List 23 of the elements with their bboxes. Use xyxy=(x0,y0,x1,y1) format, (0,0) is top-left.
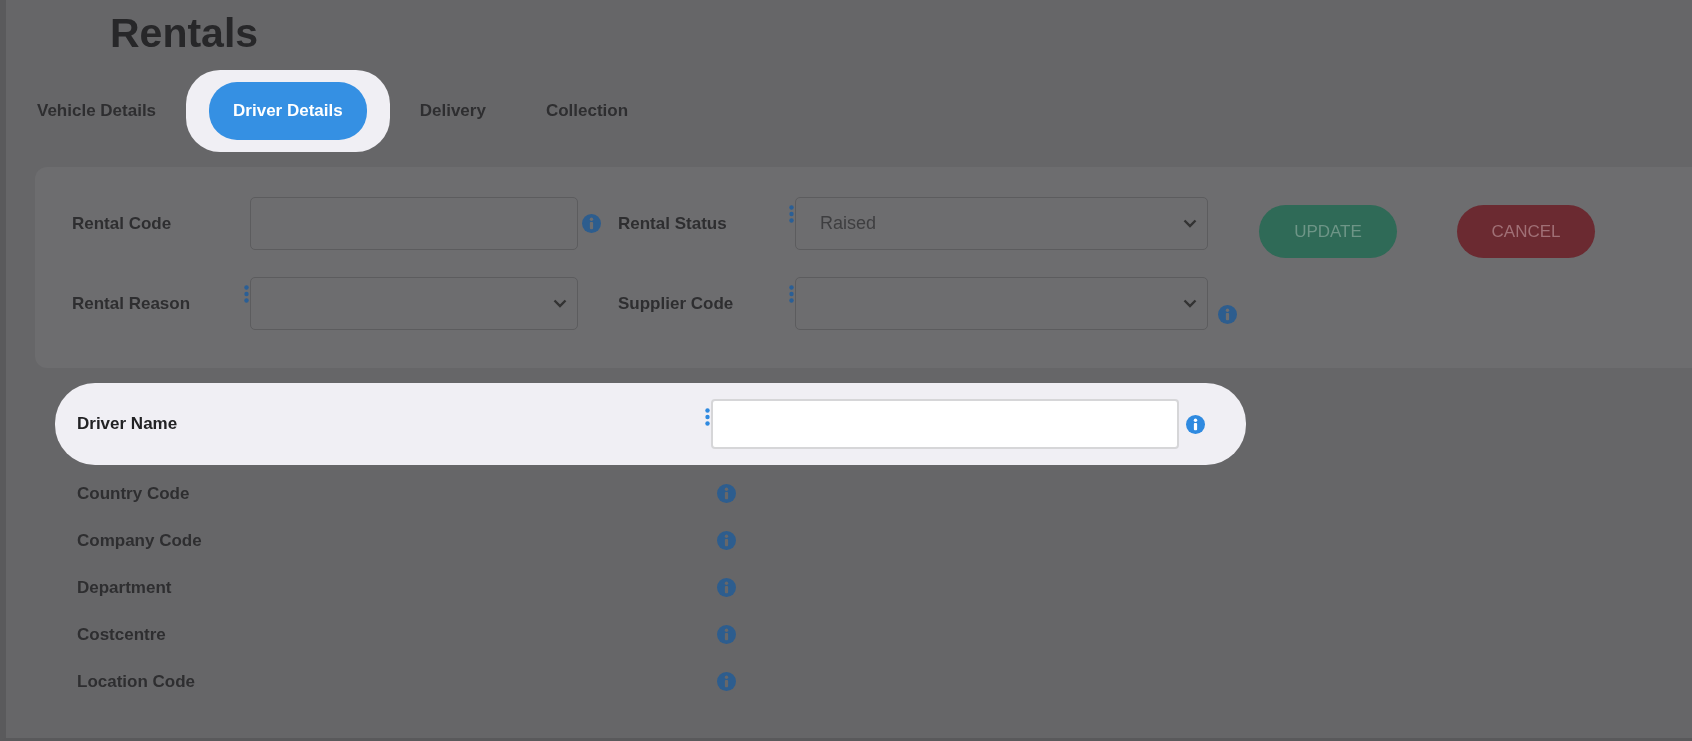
field-label: Supplier Code xyxy=(618,293,735,314)
field-label: Rental Code xyxy=(72,213,173,234)
page-title: Rentals xyxy=(109,9,260,58)
field-label: Location Code xyxy=(77,671,197,692)
select-field[interactable] xyxy=(250,277,578,330)
update-button[interactable]: UPDATE xyxy=(1259,205,1397,258)
field-label: Driver Name xyxy=(77,414,179,434)
field-label: Company Code xyxy=(77,530,203,551)
select-field[interactable] xyxy=(795,277,1208,330)
tab[interactable]: Delivery xyxy=(389,93,516,129)
field-label: Country Code xyxy=(77,483,191,504)
tab[interactable]: Driver Details xyxy=(209,82,367,140)
chevron-down-icon xyxy=(1183,299,1197,308)
tab[interactable]: Vehicle Details xyxy=(7,93,187,129)
tab[interactable]: Collection xyxy=(515,93,659,129)
field-label: Department xyxy=(77,577,173,598)
info-icon[interactable] xyxy=(1186,414,1205,434)
chevron-down-icon xyxy=(553,299,567,308)
field-label: Rental Reason xyxy=(72,293,192,314)
field-label: Costcentre xyxy=(77,624,167,645)
field-label: Rental Status xyxy=(618,213,728,234)
cancel-button[interactable]: CANCEL xyxy=(1457,205,1595,258)
chevron-down-icon xyxy=(1183,219,1197,228)
